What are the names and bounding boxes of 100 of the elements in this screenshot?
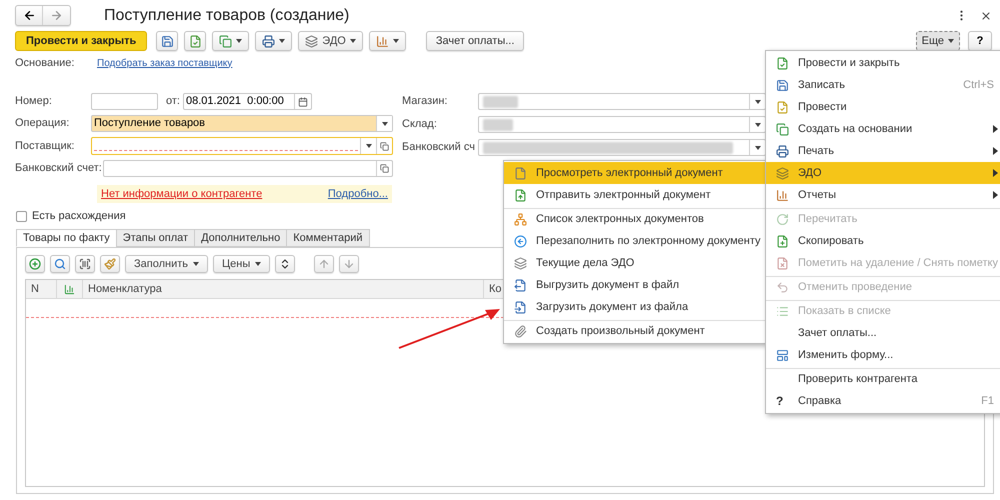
menu-item[interactable]: Создать на основании [766,118,1000,140]
menu-item[interactable]: Список электронных документов [504,208,765,230]
caret-icon [366,144,372,148]
field-label: Банковский сч [402,140,476,156]
caret-icon [754,146,760,150]
menu-item-label: Печать [798,144,836,159]
help-button[interactable]: ? [968,31,992,51]
field-label: Поставщик: [15,138,76,154]
menu-item[interactable]: Текущие дела ЭДО [504,252,765,274]
shortcut-label: Ctrl+S [963,78,994,93]
menu-item-label: Показать в списке [798,304,892,320]
arrow-up-icon [318,258,330,270]
save-icon [160,34,174,48]
menu-item[interactable]: Записать Ctrl+S [766,74,1000,96]
field-label: Банковский счет: [15,161,103,176]
menu-item-label: Справка [798,394,842,409]
column-icon [64,284,75,294]
column-header[interactable]: Номенклатура [83,280,484,298]
menu-item-label: Провести [798,100,848,115]
copy-icon [776,122,789,136]
menu-item-label: Просмотреть электронный документ [536,166,724,181]
arrow-left-icon [514,234,527,248]
supplier-field[interactable] [91,137,393,155]
document-post-icon [776,100,789,114]
menu-item[interactable]: Перезаполнить по электронному документу [504,230,765,252]
copy-icon [219,34,232,48]
menu-item[interactable]: Отправить электронный документ [504,184,765,206]
close-icon[interactable] [980,10,992,22]
add-icon [29,258,41,270]
printer-icon [262,34,276,48]
details-link[interactable]: Подробно... [328,186,388,202]
bank-account-field[interactable] [103,160,393,177]
post-and-close-button[interactable]: Провести и закрыть [15,31,148,51]
combo-field[interactable] [478,139,766,156]
menu-item-label: Создать на основании [798,122,914,137]
caret-icon [754,122,760,126]
field-label: Склад: [402,117,438,132]
menu-item[interactable]: Провести и закрыть [766,52,1000,74]
tab[interactable]: Комментарий [286,229,370,247]
discrepancy-checkbox[interactable] [16,210,27,222]
tab[interactable]: Товары по факту [16,229,117,247]
menu-item[interactable]: Проверить контрагента [766,368,1000,390]
no-info-link[interactable]: Нет информации о контрагенте [101,186,262,202]
menu-item-label: Создать произвольный документ [536,324,706,340]
menu-item[interactable]: Провести [766,96,1000,118]
menu-item-label: Список электронных документов [536,212,705,228]
menu-item[interactable]: Зачет оплаты... [766,322,1000,344]
menu-item[interactable]: Отчеты [766,184,1000,206]
toolbar-button[interactable] [184,31,206,51]
toolbar-button[interactable] [156,31,178,51]
document-export-icon [514,278,527,292]
date-field[interactable]: 08.01.2021 0:00:00 [182,93,312,110]
printer-icon [776,144,789,158]
document-mark-icon [776,256,789,270]
submenu-arrow-icon [993,147,998,155]
combo-field[interactable] [478,93,766,110]
bar-chart-icon [376,34,389,48]
caret-icon [392,39,399,43]
toolbar-menu-button[interactable]: ЭДО [298,31,363,51]
toolbar-menu-button[interactable] [368,31,406,51]
toolbar-button[interactable]: Зачет оплаты... [426,31,524,51]
pick-order-link[interactable]: Подобрать заказ поставщику [97,56,232,70]
number-field[interactable] [91,93,158,110]
menu-item[interactable]: Скопировать [766,230,1000,252]
arrow-down-icon [343,258,356,270]
tab[interactable]: Этапы оплат [116,229,196,247]
menu-item[interactable]: Выгрузить документ в файл [504,274,765,296]
operation-field[interactable]: Поступление товаров [91,115,393,132]
stack-icon [776,166,789,180]
menu-item[interactable]: ЭДО [766,162,1000,184]
table-toolbar-menu-button[interactable]: Цены [213,255,270,273]
menu-item-label: Записать [798,78,846,93]
combo-field[interactable] [478,116,766,133]
tab[interactable]: Дополнительно [194,229,288,247]
toolbar-menu-button[interactable] [212,31,250,51]
menu-item[interactable]: Просмотреть электронный документ [504,162,765,184]
menu-item-label: Пометить на удаление / Снять пометку [798,256,998,271]
toolbar-menu-button[interactable] [255,31,292,51]
menu-item[interactable]: ? Справка F1 [766,390,1000,412]
caret-icon [948,39,954,43]
menu-item[interactable]: Изменить форму... [766,344,1000,366]
table-toolbar-button[interactable] [75,255,95,273]
submenu-arrow-icon [993,169,998,177]
menu-item-label: Выгрузить документ в файл [536,278,680,293]
menu-item-label: Отменить проведение [798,280,913,296]
column-header[interactable]: N [26,280,57,298]
more-button[interactable]: Еще [916,31,960,51]
table-toolbar-menu-button[interactable]: Заполнить [125,255,208,273]
save-icon [776,78,789,92]
caret-icon [279,39,286,43]
forward-icon [50,9,63,22]
caret-icon [382,122,388,126]
search-icon [54,258,66,270]
back-icon [22,9,36,22]
list-icon [776,305,789,318]
open-icon [380,164,389,173]
menu-item[interactable]: Загрузить документ из файла [504,296,765,318]
menu-item[interactable]: Печать [766,140,1000,162]
table-toolbar-button[interactable] [275,255,296,273]
menu-item[interactable]: Создать произвольный документ [504,320,765,342]
